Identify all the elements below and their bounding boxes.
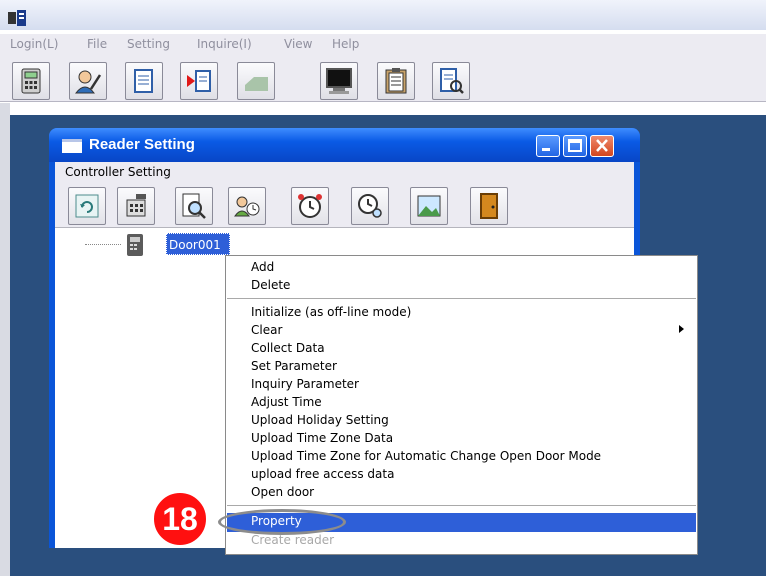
- refresh-button[interactable]: [68, 187, 106, 225]
- minimize-button[interactable]: [536, 135, 560, 157]
- picture-button[interactable]: [410, 187, 448, 225]
- menu-item-upload-free-access[interactable]: upload free access data: [251, 467, 394, 483]
- refresh-icon: [75, 194, 99, 218]
- clipboard-icon: [385, 68, 407, 94]
- maximize-icon: [568, 139, 582, 152]
- user-edit-icon: [74, 70, 102, 94]
- menu-item-initialize[interactable]: Initialize (as off-line mode): [251, 305, 411, 321]
- step-number-badge: 18: [151, 490, 209, 548]
- search-page-button[interactable]: [175, 187, 213, 225]
- menu-item-delete[interactable]: Delete: [251, 278, 290, 294]
- app-titlebar: [0, 0, 766, 30]
- menu-setting[interactable]: Setting: [127, 37, 170, 51]
- clock-search-icon: [358, 194, 382, 218]
- search-page-icon: [182, 193, 206, 219]
- search-document-icon: [440, 68, 464, 94]
- child-window-title: Reader Setting: [89, 136, 195, 153]
- controller-icon: [126, 194, 146, 217]
- calculator-icon: [21, 68, 41, 94]
- play-document-button[interactable]: [180, 62, 218, 100]
- close-button[interactable]: [590, 135, 614, 157]
- window-icon: [62, 139, 82, 153]
- search-document-button[interactable]: [432, 62, 470, 100]
- mdi-left-edge: [0, 103, 10, 576]
- menu-inquire[interactable]: Inquire(I): [197, 37, 252, 51]
- menu-item-upload-time-zone-auto[interactable]: Upload Time Zone for Automatic Change Op…: [251, 449, 601, 465]
- menu-item-open-door[interactable]: Open door: [251, 485, 314, 501]
- highlight-ellipse: [218, 509, 346, 535]
- eraser-button[interactable]: [237, 62, 275, 100]
- calculator-button[interactable]: [12, 62, 50, 100]
- door-controller-icon: [127, 234, 143, 256]
- exit-door-button[interactable]: [470, 187, 508, 225]
- menu-item-adjust-time[interactable]: Adjust Time: [251, 395, 322, 411]
- submenu-arrow-icon: [679, 325, 684, 333]
- clipboard-button[interactable]: [377, 62, 415, 100]
- close-icon: [596, 139, 608, 152]
- menu-item-upload-holiday[interactable]: Upload Holiday Setting: [251, 413, 389, 429]
- menu-item-inquiry-parameter[interactable]: Inquiry Parameter: [251, 377, 359, 393]
- menu-login[interactable]: Login(L): [10, 37, 58, 51]
- menu-item-set-parameter[interactable]: Set Parameter: [251, 359, 337, 375]
- document-icon: [134, 69, 153, 93]
- play-document-icon: [187, 70, 211, 92]
- user-edit-button[interactable]: [69, 62, 107, 100]
- tree-item-door[interactable]: Door001: [166, 233, 230, 255]
- exit-door-icon: [480, 193, 498, 219]
- clock-search-button[interactable]: [351, 187, 389, 225]
- mdi-top-edge: [0, 103, 766, 115]
- menu-help[interactable]: Help: [332, 37, 359, 51]
- app-icon: [8, 10, 26, 26]
- maximize-button[interactable]: [563, 135, 587, 157]
- child-menubar: Controller Setting: [55, 162, 634, 182]
- alarm-clock-icon: [298, 194, 322, 218]
- picture-icon: [417, 195, 441, 217]
- menu-controller-setting[interactable]: Controller Setting: [65, 165, 171, 179]
- menu-separator: [227, 298, 696, 299]
- menu-item-collect-data[interactable]: Collect Data: [251, 341, 325, 357]
- menu-separator: [227, 505, 696, 506]
- child-toolbar: [55, 182, 634, 228]
- minimize-icon: [542, 148, 550, 151]
- eraser-icon: [245, 77, 268, 91]
- user-clock-button[interactable]: [228, 187, 266, 225]
- controller-button[interactable]: [117, 187, 155, 225]
- menu-item-upload-time-zone[interactable]: Upload Time Zone Data: [251, 431, 393, 447]
- user-clock-icon: [234, 196, 260, 217]
- main-toolbar: [0, 54, 766, 102]
- menubar: Login(L) File Setting Inquire(I) View He…: [0, 34, 766, 54]
- monitor-button[interactable]: [320, 62, 358, 100]
- menu-file[interactable]: File: [87, 37, 107, 51]
- menu-item-create-reader: Create reader: [251, 533, 335, 547]
- monitor-icon: [326, 68, 352, 94]
- menu-view[interactable]: View: [284, 37, 312, 51]
- tree-connector: [85, 244, 121, 245]
- menu-item-clear[interactable]: Clear: [251, 323, 282, 339]
- alarm-clock-button[interactable]: [291, 187, 329, 225]
- menu-item-add[interactable]: Add: [251, 260, 274, 276]
- document-button[interactable]: [125, 62, 163, 100]
